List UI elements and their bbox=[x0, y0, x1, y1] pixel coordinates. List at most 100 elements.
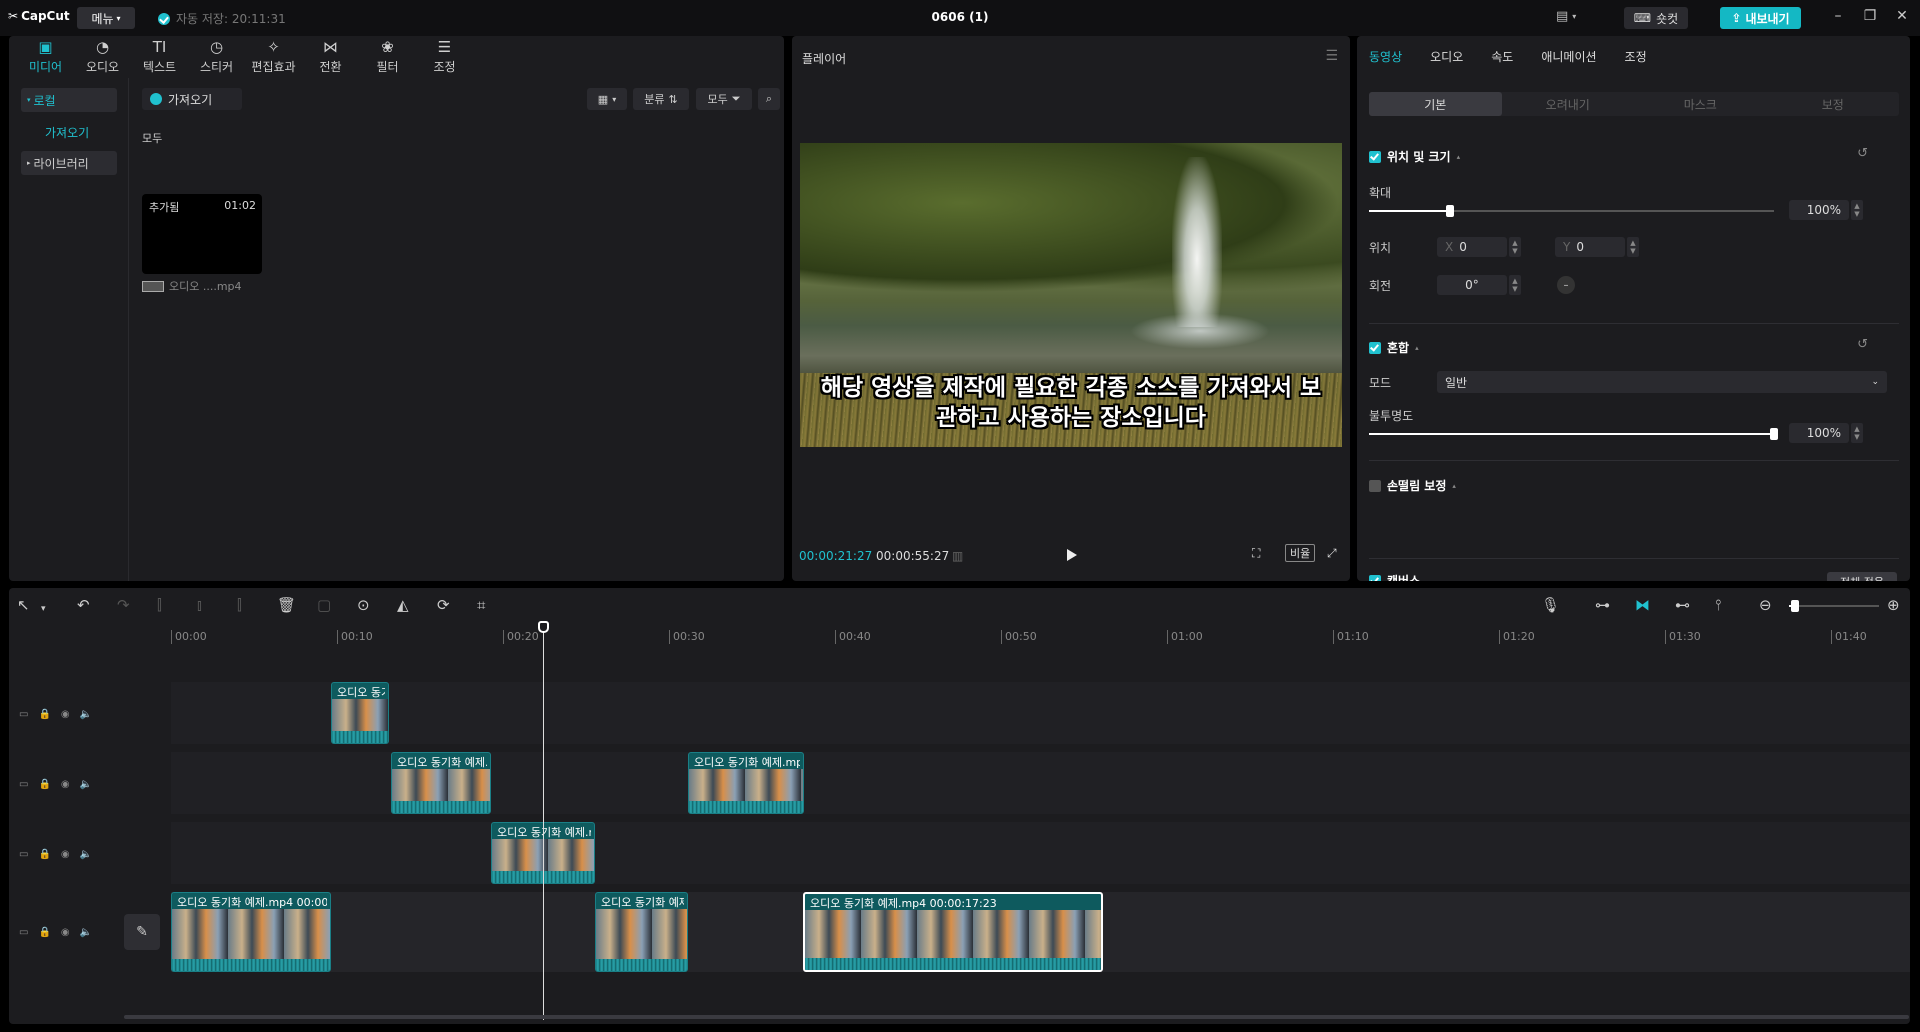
checkbox-icon[interactable] bbox=[1369, 574, 1381, 581]
tab-text[interactable]: TI 텍스트 bbox=[131, 36, 188, 78]
split-icon[interactable]: ⫿ bbox=[157, 597, 162, 613]
scale-stepper[interactable]: ▲ ▼ bbox=[1851, 200, 1863, 220]
link-icon[interactable]: ⊷ bbox=[1675, 597, 1690, 613]
timecode-grid-icon[interactable]: ▥ bbox=[952, 549, 963, 563]
tab-animation[interactable]: 애니메이션 bbox=[1541, 48, 1596, 65]
track-row[interactable] bbox=[171, 682, 1910, 744]
lock-icon[interactable]: 🔒 bbox=[38, 709, 50, 720]
view-mode-button[interactable]: ▦ ▾ bbox=[587, 88, 627, 110]
speaker-icon[interactable]: 🔈 bbox=[80, 927, 92, 938]
lock-icon[interactable]: 🔒 bbox=[38, 849, 50, 860]
tab-audio-props[interactable]: 오디오 bbox=[1430, 48, 1463, 65]
scale-slider-knob[interactable] bbox=[1446, 205, 1454, 217]
speaker-icon[interactable]: 🔈 bbox=[80, 779, 92, 790]
split-right-icon[interactable]: ⫿ bbox=[237, 597, 242, 613]
playhead-handle[interactable] bbox=[538, 621, 549, 633]
cover-icon[interactable]: ▭ bbox=[19, 709, 28, 720]
eye-icon[interactable]: ◉ bbox=[61, 849, 70, 860]
redo-icon[interactable]: ↷ bbox=[117, 597, 130, 613]
tab-adjust[interactable]: ☰ 조정 bbox=[416, 36, 473, 78]
checkbox-icon[interactable] bbox=[1369, 150, 1381, 163]
tab-sticker[interactable]: ◷ 스티커 bbox=[188, 36, 245, 78]
time-ruler[interactable]: 00:00 00:10 00:20 00:30 00:40 00:50 01:0… bbox=[9, 624, 1910, 652]
video-subtitle[interactable]: 해당 영상을 제작에 필요한 각종 소스를 가져와서 보 관하고 사용하는 장소… bbox=[800, 373, 1342, 433]
opacity-input[interactable]: 100% bbox=[1789, 423, 1849, 443]
horizontal-scrollbar[interactable] bbox=[124, 1015, 1909, 1019]
zoom-fit-icon[interactable]: ⛶ bbox=[1252, 546, 1260, 561]
preview-axis-icon[interactable]: ⫯ bbox=[1715, 597, 1722, 613]
speed-icon[interactable]: ⊙ bbox=[357, 597, 370, 613]
split-left-icon[interactable]: ⫾ bbox=[197, 597, 202, 613]
zoom-slider-knob[interactable] bbox=[1791, 600, 1799, 612]
lock-icon[interactable]: 🔒 bbox=[38, 779, 50, 790]
subtab-correction[interactable]: 보정 bbox=[1767, 92, 1900, 116]
freeze-icon[interactable]: ▢ bbox=[317, 597, 331, 613]
tab-speed[interactable]: 속도 bbox=[1491, 48, 1513, 65]
subtab-mask[interactable]: 마스크 bbox=[1634, 92, 1767, 116]
menu-button[interactable]: 메뉴 ▾ bbox=[77, 7, 135, 29]
cover-icon[interactable]: ▭ bbox=[19, 927, 28, 938]
opacity-stepper[interactable]: ▲ ▼ bbox=[1851, 423, 1863, 443]
eye-icon[interactable]: ◉ bbox=[61, 779, 70, 790]
layout-button[interactable]: ▤ ▾ bbox=[1556, 9, 1576, 24]
opacity-slider-knob[interactable] bbox=[1770, 428, 1778, 440]
checkbox-icon[interactable] bbox=[1369, 479, 1381, 492]
zoom-out-icon[interactable]: ⊖ bbox=[1759, 597, 1772, 613]
tab-video[interactable]: 동영상 bbox=[1369, 48, 1402, 65]
rotate-icon[interactable]: ⟳ bbox=[437, 597, 450, 613]
video-clip-selected[interactable]: 오디오 동기화 예제.mp4 00:00:17:23 bbox=[803, 892, 1103, 972]
cover-icon[interactable]: ▭ bbox=[19, 849, 28, 860]
tab-adjust-props[interactable]: 조정 bbox=[1625, 48, 1647, 65]
playhead[interactable] bbox=[543, 624, 544, 1020]
eye-icon[interactable]: ◉ bbox=[61, 927, 70, 938]
minimize-icon[interactable]: – bbox=[1828, 8, 1848, 24]
restore-icon[interactable]: ❐ bbox=[1860, 8, 1880, 24]
rotation-stepper[interactable]: ▲ ▼ bbox=[1509, 275, 1521, 295]
reset-icon[interactable]: ↺ bbox=[1857, 146, 1868, 161]
blend-section[interactable]: 혼합 ▴ bbox=[1369, 339, 1419, 356]
crop-icon[interactable]: ⌗ bbox=[477, 597, 485, 613]
lock-icon[interactable]: 🔒 bbox=[38, 927, 50, 938]
export-button[interactable]: ⇪ 내보내기 bbox=[1720, 7, 1801, 29]
mirror-icon[interactable]: ◭ bbox=[397, 597, 409, 613]
delete-icon[interactable]: 🗑 bbox=[277, 597, 296, 613]
video-clip[interactable]: 오디오 동기화 예제.mp4 bbox=[331, 682, 389, 744]
video-preview[interactable]: 해당 영상을 제작에 필요한 각종 소스를 가져와서 보 관하고 사용하는 장소… bbox=[800, 143, 1342, 447]
tab-transition[interactable]: ⋈ 전환 bbox=[302, 36, 359, 78]
canvas-section[interactable]: 캔버스 bbox=[1369, 572, 1420, 581]
rotation-dial-icon[interactable]: – bbox=[1557, 276, 1575, 294]
zoom-in-icon[interactable]: ⊕ bbox=[1887, 597, 1900, 613]
import-button[interactable]: 가져오기 bbox=[142, 88, 242, 110]
filter-button[interactable]: 모두 ⏷ bbox=[696, 88, 752, 110]
sidebar-item-local[interactable]: ▾ 로컬 bbox=[21, 88, 117, 112]
checkbox-icon[interactable] bbox=[1369, 341, 1381, 354]
search-button[interactable]: ⌕ bbox=[758, 88, 780, 110]
media-card[interactable]: 추가됨 01:02 bbox=[142, 194, 262, 274]
sidebar-item-library[interactable]: ▸ 라이브러리 bbox=[21, 151, 117, 175]
mode-select[interactable]: 일반 ⌄ bbox=[1437, 371, 1887, 393]
speaker-icon[interactable]: 🔈 bbox=[80, 709, 92, 720]
tab-audio[interactable]: ◔ 오디오 bbox=[74, 36, 131, 78]
zoom-slider[interactable] bbox=[1789, 605, 1879, 607]
sidebar-item-import[interactable]: 가져오기 bbox=[21, 120, 117, 144]
cover-icon[interactable]: ▭ bbox=[19, 779, 28, 790]
speaker-icon[interactable]: 🔈 bbox=[80, 849, 92, 860]
video-clip[interactable]: 오디오 동기화 예제.mp4 00:00:1 bbox=[171, 892, 331, 972]
select-cursor-icon[interactable]: ↖ bbox=[17, 597, 30, 613]
position-size-section[interactable]: 위치 및 크기 ▴ bbox=[1369, 148, 1460, 165]
undo-icon[interactable]: ↶ bbox=[77, 597, 90, 613]
main-track-magnet-icon[interactable]: ⊶ bbox=[1595, 597, 1610, 613]
tab-media[interactable]: ▣ 미디어 bbox=[17, 36, 74, 78]
track-row[interactable] bbox=[171, 822, 1910, 884]
hamburger-menu-icon[interactable]: ☰ bbox=[1325, 48, 1338, 64]
rotation-input[interactable]: 0° bbox=[1437, 275, 1507, 295]
fullscreen-icon[interactable]: ⤢ bbox=[1327, 546, 1337, 561]
play-button[interactable] bbox=[1065, 547, 1079, 563]
microphone-icon[interactable]: 🎙 bbox=[1541, 597, 1560, 613]
position-y-stepper[interactable]: ▲ ▼ bbox=[1627, 237, 1639, 257]
ratio-button[interactable]: 비율 bbox=[1285, 544, 1316, 562]
video-clip[interactable]: 오디오 동기화 예제.mp4 bbox=[595, 892, 688, 972]
video-clip[interactable]: 오디오 동기화 예제.mp4 bbox=[688, 752, 804, 814]
tab-filter[interactable]: ❀ 필터 bbox=[359, 36, 416, 78]
video-clip[interactable]: 오디오 동기화 예제.mp4 bbox=[391, 752, 491, 814]
